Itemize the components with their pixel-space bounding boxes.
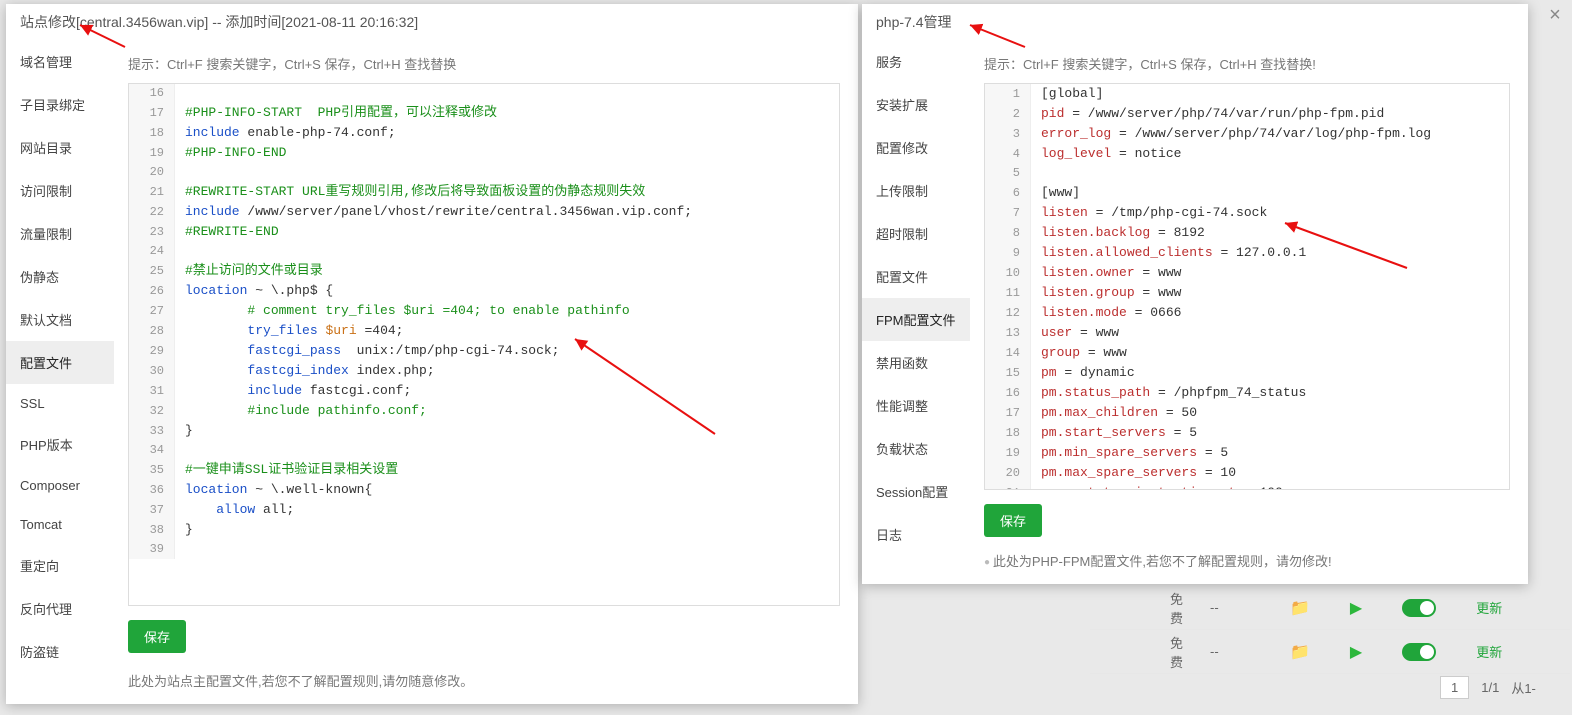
- config-footnote: 此处为站点主配置文件,若您不了解配置规则,请勿随意修改。: [128, 671, 840, 690]
- sidebar-item[interactable]: 服务: [862, 40, 970, 83]
- toggle-switch[interactable]: [1402, 643, 1436, 661]
- plugin-row: 免费 -- 📁 ▶ 更新: [1090, 630, 1570, 674]
- sidebar-item[interactable]: 禁用函数: [862, 341, 970, 384]
- php-manage-dialog: php-7.4管理 服务安装扩展配置修改上传限制超时限制配置文件FPM配置文件禁…: [862, 4, 1528, 584]
- dash-label: --: [1210, 644, 1250, 659]
- price-label: 免费: [1090, 633, 1170, 671]
- php-dialog-sidebar: 服务安装扩展配置修改上传限制超时限制配置文件FPM配置文件禁用函数性能调整负载状…: [862, 40, 970, 584]
- sidebar-item[interactable]: 默认文档: [6, 298, 114, 341]
- sidebar-item[interactable]: 安装扩展: [862, 83, 970, 126]
- sidebar-item[interactable]: Composer: [6, 466, 114, 505]
- sidebar-item[interactable]: 子目录绑定: [6, 83, 114, 126]
- background-plugin-rows: 免费--📁▶更新免费--📁▶更新: [1090, 586, 1570, 674]
- sidebar-item[interactable]: Tomcat: [6, 505, 114, 544]
- save-button[interactable]: 保存: [984, 504, 1042, 537]
- folder-icon[interactable]: 📁: [1290, 642, 1310, 662]
- price-label: 免费: [1090, 589, 1170, 627]
- sidebar-item[interactable]: 负载状态: [862, 427, 970, 470]
- dash-label: --: [1210, 600, 1250, 615]
- config-footnote: 此处为PHP-FPM配置文件,若您不了解配置规则，请勿修改!: [984, 551, 1510, 570]
- pager-total: 1/1: [1481, 680, 1499, 695]
- folder-icon[interactable]: 📁: [1290, 598, 1310, 618]
- site-dialog-title: 站点修改[central.3456wan.vip] -- 添加时间[2021-0…: [6, 4, 858, 40]
- close-icon[interactable]: ×: [1544, 4, 1566, 26]
- sidebar-item[interactable]: 网站目录: [6, 126, 114, 169]
- nginx-config-editor[interactable]: 1617#PHP-INFO-START PHP引用配置，可以注释或修改18inc…: [128, 83, 840, 606]
- fpm-config-editor[interactable]: 1[global]2pid = /www/server/php/74/var/r…: [984, 83, 1510, 490]
- play-icon[interactable]: ▶: [1350, 598, 1362, 618]
- sidebar-item[interactable]: 日志: [862, 513, 970, 556]
- sidebar-item[interactable]: 访问限制: [6, 169, 114, 212]
- editor-hint: 提示：Ctrl+F 搜索关键字，Ctrl+S 保存，Ctrl+H 查找替换: [128, 54, 840, 73]
- sidebar-item[interactable]: 伪静态: [6, 255, 114, 298]
- sidebar-item[interactable]: 上传限制: [862, 169, 970, 212]
- sidebar-item[interactable]: 配置修改: [862, 126, 970, 169]
- sidebar-item[interactable]: 超时限制: [862, 212, 970, 255]
- site-dialog-sidebar: 域名管理子目录绑定网站目录访问限制流量限制伪静态默认文档配置文件SSLPHP版本…: [6, 40, 114, 704]
- toggle-switch[interactable]: [1402, 599, 1436, 617]
- site-edit-dialog: 站点修改[central.3456wan.vip] -- 添加时间[2021-0…: [6, 4, 858, 704]
- editor-hint: 提示：Ctrl+F 搜索关键字，Ctrl+S 保存，Ctrl+H 查找替换!: [984, 54, 1510, 73]
- sidebar-item[interactable]: FPM配置文件: [862, 298, 970, 341]
- update-link[interactable]: 更新: [1476, 642, 1502, 661]
- sidebar-item[interactable]: Session配置: [862, 470, 970, 513]
- sidebar-item[interactable]: 配置文件: [862, 255, 970, 298]
- sidebar-item[interactable]: 流量限制: [6, 212, 114, 255]
- play-icon[interactable]: ▶: [1350, 642, 1362, 662]
- sidebar-item[interactable]: 反向代理: [6, 587, 114, 630]
- sidebar-item[interactable]: 防盗链: [6, 630, 114, 673]
- php-dialog-title: php-7.4管理: [862, 4, 1528, 40]
- sidebar-item[interactable]: 域名管理: [6, 40, 114, 83]
- sidebar-item[interactable]: 配置文件: [6, 341, 114, 384]
- update-link[interactable]: 更新: [1476, 598, 1502, 617]
- pager-range: 从1-: [1511, 678, 1536, 697]
- background-pager: 1 1/1 从1-: [1440, 676, 1536, 699]
- save-button[interactable]: 保存: [128, 620, 186, 653]
- sidebar-item[interactable]: SSL: [6, 384, 114, 423]
- sidebar-item[interactable]: 性能调整: [862, 384, 970, 427]
- sidebar-item[interactable]: 重定向: [6, 544, 114, 587]
- plugin-row: 免费 -- 📁 ▶ 更新: [1090, 586, 1570, 630]
- pager-current[interactable]: 1: [1440, 676, 1469, 699]
- sidebar-item[interactable]: PHP版本: [6, 423, 114, 466]
